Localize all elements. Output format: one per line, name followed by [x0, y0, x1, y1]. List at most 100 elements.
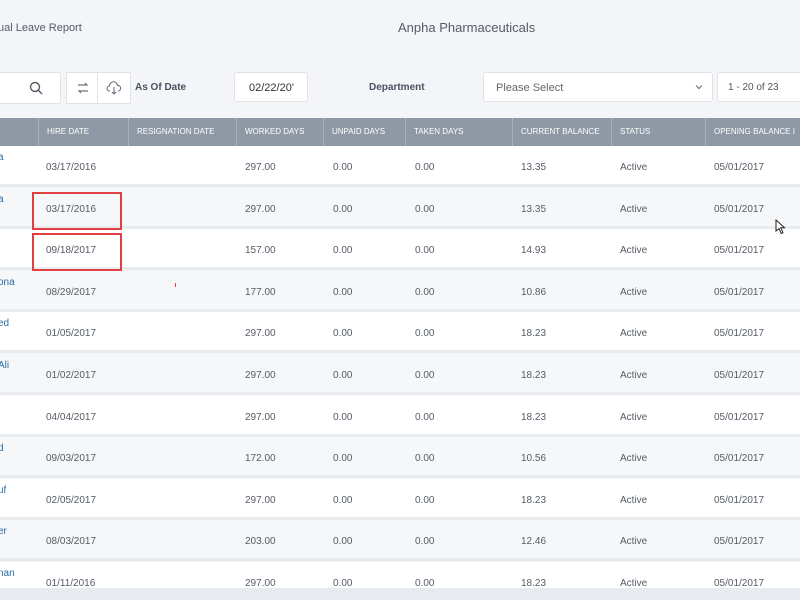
cloud-download-button[interactable]	[97, 72, 131, 104]
swap-button[interactable]	[66, 72, 100, 104]
red-mark	[175, 283, 176, 287]
report-title: ual Leave Report	[0, 22, 82, 34]
taken-days-cell: 0.00	[415, 162, 435, 173]
current-balance-cell: 18.23	[521, 370, 547, 381]
hire-date-cell: 09/03/2017	[46, 453, 97, 465]
opening-balance-cell: 05/01/2017	[714, 578, 765, 588]
current-balance-cell: 18.23	[521, 494, 547, 506]
worked-days-cell: 177.00	[245, 286, 276, 298]
worked-days-cell: 157.00	[245, 245, 276, 257]
taken-days-cell: 0.00	[415, 453, 435, 465]
cloud-download-icon	[106, 81, 122, 95]
status-cell: Active	[620, 370, 648, 381]
swap-icon	[77, 82, 89, 94]
hire-date-cell: 08/29/2017	[46, 286, 97, 298]
table-row[interactable]: d 09/03/2017 172.00 0.00 0.00 10.56 Active 05/0…	[0, 437, 800, 479]
table-row[interactable]: nan 01/11/2016 297.00 0.00 0.00 18.23 Active 05…	[0, 562, 800, 588]
search-icon[interactable]	[29, 81, 43, 95]
mouse-cursor-icon	[775, 219, 786, 235]
status-cell: Active	[620, 203, 648, 215]
unpaid-days-cell: 0.00	[333, 162, 353, 173]
table-row[interactable]: Ali 01/02/2017 297.00 0.00 0.00 18.23 Active 05…	[0, 354, 800, 395]
hire-date-cell: 02/05/2017	[46, 494, 97, 506]
hire-date-cell: 04/04/2017	[46, 411, 97, 423]
employee-name-link[interactable]: nan	[0, 568, 15, 579]
table-row[interactable]: ona 08/29/2017 177.00 0.00 0.00 10.86 Active 05…	[0, 270, 800, 312]
current-balance-cell: 14.93	[521, 245, 547, 257]
opening-balance-cell: 05/01/2017	[714, 328, 765, 340]
taken-days-cell: 0.00	[415, 286, 435, 298]
opening-balance-cell: 05/01/2017	[714, 162, 765, 173]
worked-days-cell: 297.00	[245, 411, 276, 423]
employee-name-link[interactable]: ona	[0, 277, 15, 288]
employee-name-link[interactable]: uf	[0, 485, 6, 496]
worked-days-cell: 297.00	[245, 328, 276, 340]
status-cell: Active	[620, 578, 648, 588]
employee-name-link[interactable]: a	[0, 152, 4, 163]
opening-balance-cell: 05/01/2017	[714, 286, 765, 298]
table-row[interactable]: a 03/17/2016 297.00 0.00 0.00 13.35 Active 05/0…	[0, 146, 800, 187]
column-header-name[interactable]	[0, 118, 38, 146]
taken-days-cell: 0.00	[415, 370, 435, 381]
table-row[interactable]: ed 01/05/2017 297.00 0.00 0.00 18.23 Active 05/…	[0, 312, 800, 354]
table-row[interactable]: er 08/03/2017 203.00 0.00 0.00 12.46 Active 05/…	[0, 520, 800, 562]
worked-days-cell: 172.00	[245, 453, 276, 465]
department-select-value: Please Select	[496, 82, 564, 94]
current-balance-cell: 10.86	[521, 286, 547, 298]
status-cell: Active	[620, 453, 648, 465]
worked-days-cell: 297.00	[245, 370, 276, 381]
taken-days-cell: 0.00	[415, 245, 435, 257]
top-bar: ual Leave Report Anpha Pharmaceuticals	[0, 0, 800, 59]
column-header-hire-date[interactable]: Hire Date	[38, 118, 128, 146]
table-row[interactable]: uf 02/05/2017 297.00 0.00 0.00 18.23 Active 05/…	[0, 478, 800, 520]
unpaid-days-cell: 0.00	[333, 536, 353, 548]
table-row[interactable]: 04/04/2017 297.00 0.00 0.00 18.23 Active 05/01…	[0, 395, 800, 437]
unpaid-days-cell: 0.00	[333, 494, 353, 506]
status-cell: Active	[620, 494, 648, 506]
department-label: Department	[369, 82, 425, 93]
taken-days-cell: 0.00	[415, 411, 435, 423]
status-cell: Active	[620, 411, 648, 423]
worked-days-cell: 297.00	[245, 494, 276, 506]
opening-balance-cell: 05/01/2017	[714, 245, 765, 257]
current-balance-cell: 13.35	[521, 203, 547, 215]
pagination-info: 1 - 20 of 23	[717, 72, 800, 102]
status-cell: Active	[620, 286, 648, 298]
opening-balance-cell: 05/01/2017	[714, 494, 765, 506]
current-balance-cell: 18.23	[521, 578, 547, 588]
search-input[interactable]	[0, 72, 61, 104]
column-header-unpaid-days[interactable]: Unpaid Days	[323, 118, 405, 146]
highlight-box	[32, 192, 122, 230]
current-balance-cell: 18.23	[521, 411, 547, 423]
worked-days-cell: 297.00	[245, 578, 276, 588]
column-header-resignation-date[interactable]: Resignation Date	[128, 118, 236, 146]
column-header-opening-balance[interactable]: Opening Balance I	[705, 118, 800, 146]
current-balance-cell: 10.56	[521, 453, 547, 465]
unpaid-days-cell: 0.00	[333, 578, 353, 588]
employee-name-link[interactable]: ed	[0, 318, 9, 329]
unpaid-days-cell: 0.00	[333, 245, 353, 257]
current-balance-cell: 13.35	[521, 162, 547, 173]
as-of-date-input[interactable]: 02/22/20'	[234, 72, 308, 102]
opening-balance-cell: 05/01/2017	[714, 203, 765, 215]
column-header-status[interactable]: Status	[611, 118, 705, 146]
as-of-date-label: As Of Date	[135, 82, 187, 93]
column-header-worked-days[interactable]: Worked Days	[236, 118, 323, 146]
employee-name-link[interactable]: d	[0, 443, 4, 454]
company-name: Anpha Pharmaceuticals	[398, 20, 536, 35]
column-header-taken-days[interactable]: Taken Days	[405, 118, 512, 146]
opening-balance-cell: 05/01/2017	[714, 536, 765, 548]
worked-days-cell: 297.00	[245, 162, 276, 173]
column-header-current-balance[interactable]: Current Balance	[512, 118, 611, 146]
chevron-down-icon	[695, 85, 703, 90]
employee-name-link[interactable]: er	[0, 526, 7, 537]
current-balance-cell: 18.23	[521, 328, 547, 340]
department-select[interactable]: Please Select	[483, 72, 713, 102]
table-header: Hire Date Resignation Date Worked Days U…	[0, 118, 800, 146]
hire-date-cell: 01/11/2016	[46, 578, 96, 588]
hire-date-cell: 03/17/2016	[46, 162, 97, 173]
employee-name-link[interactable]: Ali	[0, 360, 9, 371]
employee-name-link[interactable]: a	[0, 194, 4, 205]
unpaid-days-cell: 0.00	[333, 370, 353, 381]
status-cell: Active	[620, 328, 648, 340]
